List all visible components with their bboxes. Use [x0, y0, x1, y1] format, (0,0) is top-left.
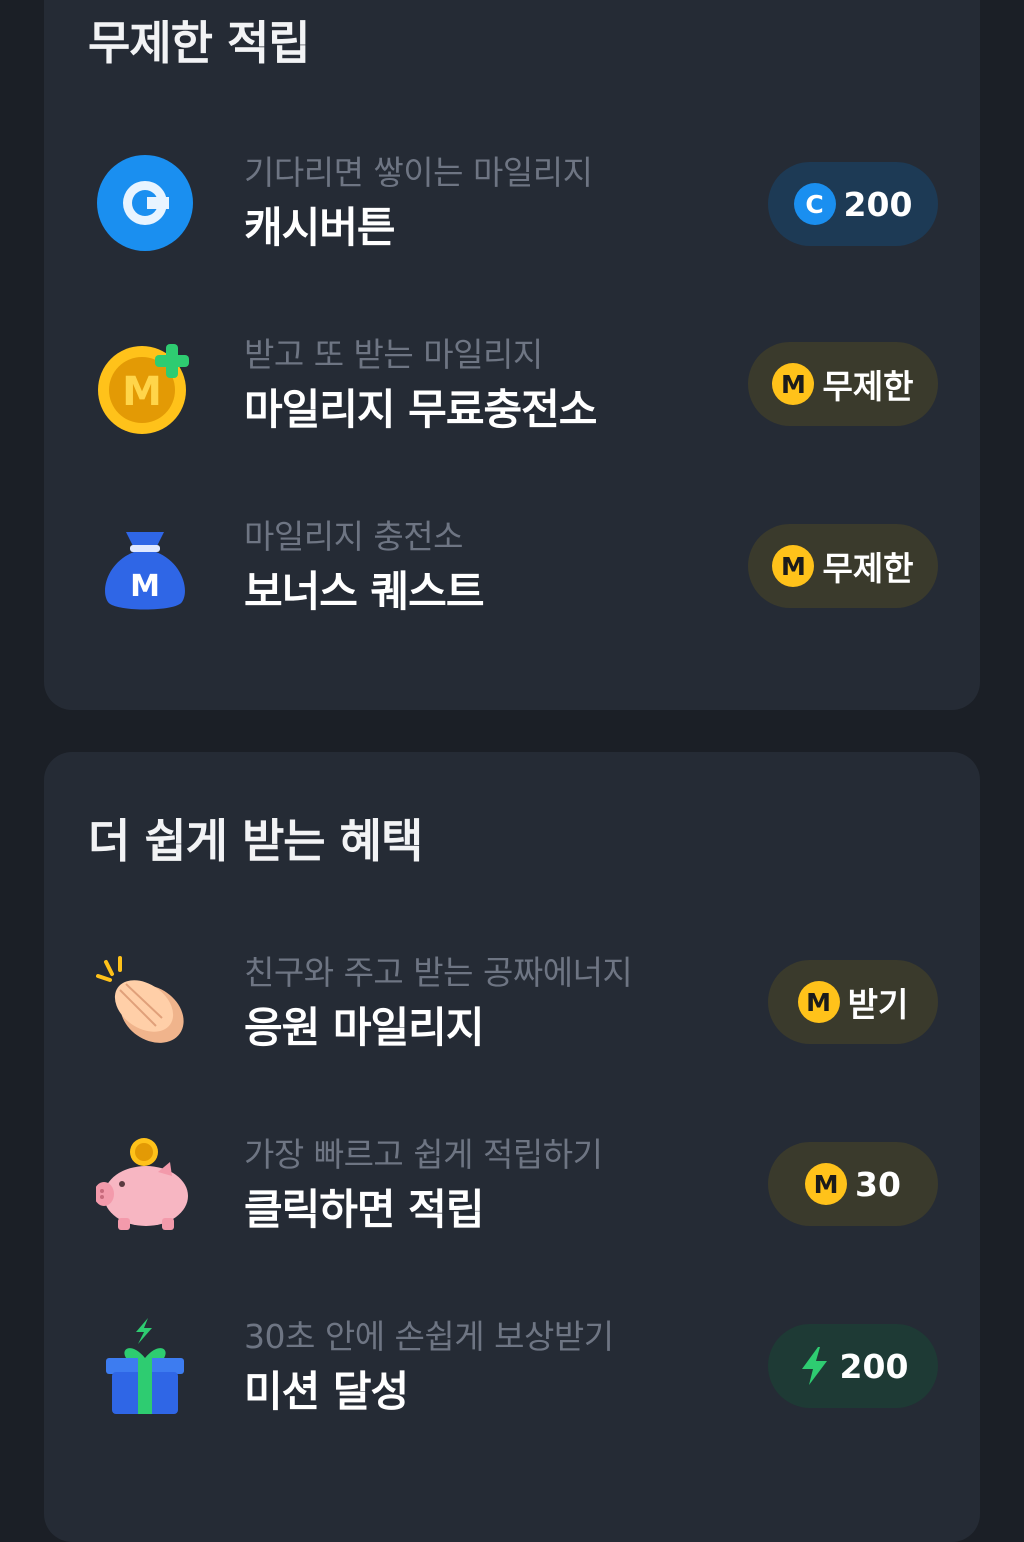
mileage-coin-icon: M: [772, 363, 815, 405]
svg-text:M: M: [122, 369, 162, 415]
reward-amount: 30: [855, 1164, 901, 1204]
section-title-unlimited: 무제한 적립: [88, 16, 311, 70]
reward-button-cheer[interactable]: M 받기: [768, 960, 938, 1044]
reward-amount: 받기: [847, 985, 909, 1024]
money-bag-icon: M: [96, 518, 194, 616]
list-item-bonus-quest[interactable]: M 마일리지 충전소 보너스 퀘스트 M 무제한: [0, 496, 1024, 636]
reward-amount: 무제한: [822, 549, 914, 588]
item-title: 클릭하면 적립: [244, 1185, 484, 1234]
piggy-bank-icon: [96, 1136, 194, 1234]
item-subtitle: 30초 안에 손쉽게 보상받기: [244, 1317, 614, 1356]
mileage-coin-icon: M: [797, 981, 840, 1023]
item-title: 보너스 퀘스트: [244, 567, 484, 616]
cash-button-icon: [96, 154, 194, 252]
list-item-free-charging[interactable]: M 받고 또 받는 마일리지 마일리지 무료충전소 M 무제한: [0, 314, 1024, 454]
item-subtitle: 마일리지 충전소: [244, 517, 464, 556]
item-subtitle: 받고 또 받는 마일리지: [244, 335, 543, 374]
reward-amount: 200: [843, 184, 913, 224]
item-title: 응원 마일리지: [244, 1003, 484, 1052]
item-subtitle: 가장 빠르고 쉽게 적립하기: [244, 1135, 603, 1174]
mileage-coin-plus-icon: M: [96, 336, 194, 434]
cash-coin-icon: C: [793, 183, 836, 225]
gift-box-icon: [96, 1318, 194, 1416]
list-item-click-earn[interactable]: 가장 빠르고 쉽게 적립하기 클릭하면 적립 M 30: [0, 1114, 1024, 1254]
item-subtitle: 기다리면 쌓이는 마일리지: [244, 153, 593, 192]
reward-button-cash[interactable]: C 200: [768, 162, 938, 246]
item-title: 캐시버튼: [244, 203, 396, 252]
reward-amount: 200: [839, 1346, 909, 1386]
reward-button-bonus-quest[interactable]: M 무제한: [748, 524, 938, 608]
lightning-bolt-icon: [801, 1347, 827, 1385]
item-subtitle: 친구와 주고 받는 공짜에너지: [244, 953, 633, 992]
list-item-mission[interactable]: 30초 안에 손쉽게 보상받기 미션 달성 200: [0, 1296, 1024, 1436]
mileage-coin-icon: M: [805, 1163, 848, 1205]
reward-amount: 무제한: [822, 367, 914, 406]
list-item-cheer-mileage[interactable]: 친구와 주고 받는 공짜에너지 응원 마일리지 M 받기: [0, 932, 1024, 1072]
reward-button-mission[interactable]: 200: [768, 1324, 938, 1408]
item-title: 마일리지 무료충전소: [244, 385, 597, 434]
list-item-cash-button[interactable]: 기다리면 쌓이는 마일리지 캐시버튼 C 200: [0, 132, 1024, 272]
reward-button-click-earn[interactable]: M 30: [768, 1142, 938, 1226]
clapping-hands-icon: [96, 954, 194, 1052]
item-title: 미션 달성: [244, 1367, 409, 1416]
reward-button-free-charging[interactable]: M 무제한: [748, 342, 938, 426]
svg-text:M: M: [130, 569, 160, 604]
mileage-coin-icon: M: [772, 545, 815, 587]
section-title-easy-benefits: 더 쉽게 받는 혜택: [88, 814, 423, 868]
